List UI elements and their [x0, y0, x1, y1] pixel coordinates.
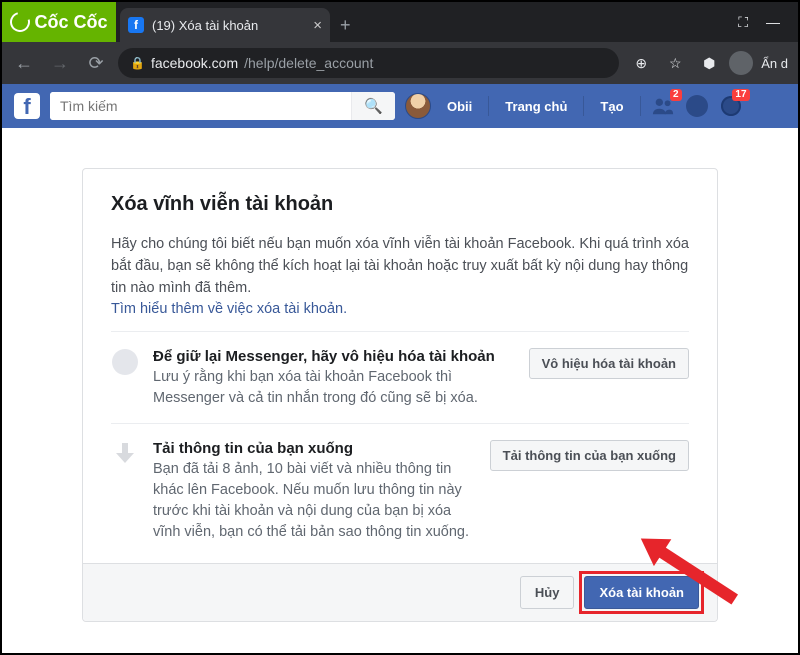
- nav-back-icon[interactable]: ←: [10, 49, 38, 77]
- download-arrow-icon: [111, 440, 139, 468]
- facebook-favicon-icon: f: [128, 17, 144, 33]
- notif-badge: 17: [732, 89, 749, 101]
- option-sub: Lưu ý rằng khi bạn xóa tài khoản Faceboo…: [153, 367, 483, 409]
- close-tab-icon[interactable]: ×: [313, 17, 322, 34]
- star-icon[interactable]: ☆: [661, 49, 689, 77]
- search-input[interactable]: [50, 92, 351, 120]
- option-title: Để giữ lại Messenger, hãy vô hiệu hóa tà…: [153, 348, 515, 365]
- hide-label[interactable]: Ẩn d: [761, 56, 788, 71]
- download-info-button[interactable]: Tải thông tin của bạn xuống: [490, 440, 689, 471]
- coccoc-brand-logo[interactable]: Cốc Cốc: [2, 2, 116, 42]
- option-deactivate: Để giữ lại Messenger, hãy vô hiệu hóa tà…: [111, 331, 689, 409]
- divider: [583, 96, 584, 116]
- zoom-icon[interactable]: ⊕: [627, 49, 655, 77]
- search-button[interactable]: 🔍: [351, 92, 395, 120]
- option-sub: Bạn đã tải 8 ảnh, 10 bài viết và nhiều t…: [153, 459, 476, 543]
- messenger-outline-icon: [111, 348, 139, 376]
- facebook-search: 🔍: [50, 92, 395, 120]
- confirm-highlight: Xóa tài khoản: [584, 576, 699, 609]
- delete-account-button[interactable]: Xóa tài khoản: [584, 576, 699, 609]
- nav-reload-icon[interactable]: ⟳: [82, 49, 110, 77]
- create-link[interactable]: Tạo: [594, 99, 629, 114]
- user-name-link[interactable]: Obii: [441, 99, 478, 114]
- coccoc-brand-text: Cốc Cốc: [34, 12, 107, 33]
- option-title: Tải thông tin của bạn xuống: [153, 440, 476, 457]
- lock-icon: 🔒: [130, 56, 145, 70]
- window-incognito-icon: ⛶: [738, 14, 748, 31]
- page-content: Xóa vĩnh viễn tài khoản Hãy cho chúng tô…: [2, 128, 798, 622]
- divider: [640, 96, 641, 116]
- url-domain: facebook.com: [151, 55, 238, 71]
- option-download: Tải thông tin của bạn xuống Bạn đã tải 8…: [111, 423, 689, 543]
- cancel-button[interactable]: Hủy: [520, 576, 575, 609]
- notifications-icon[interactable]: 17: [719, 94, 743, 118]
- messenger-icon[interactable]: [685, 94, 709, 118]
- new-tab-button[interactable]: +: [340, 15, 351, 42]
- coccoc-swirl-icon: [7, 8, 34, 35]
- search-icon: 🔍: [364, 97, 383, 115]
- incognito-avatar-icon[interactable]: [729, 51, 753, 75]
- friend-badge: 2: [670, 89, 682, 101]
- facebook-top-bar: f 🔍 Obii Trang chủ Tạo 2 17: [2, 84, 798, 128]
- delete-account-card: Xóa vĩnh viễn tài khoản Hãy cho chúng tô…: [82, 168, 718, 622]
- shield-icon[interactable]: ⬢: [695, 49, 723, 77]
- card-footer: Hủy Xóa tài khoản: [83, 563, 717, 621]
- card-title: Xóa vĩnh viễn tài khoản: [111, 193, 689, 216]
- browser-chrome: Cốc Cốc f (19) Xóa tài khoản × + ⛶ — ← →…: [2, 2, 798, 84]
- address-bar-row: ← → ⟳ 🔒 facebook.com/help/delete_account…: [2, 42, 798, 84]
- address-bar[interactable]: 🔒 facebook.com/help/delete_account: [118, 48, 619, 78]
- nav-forward-icon: →: [46, 49, 74, 77]
- url-path: /help/delete_account: [244, 55, 373, 71]
- window-controls: ⛶ —: [738, 2, 798, 42]
- tab-title: (19) Xóa tài khoản: [152, 18, 258, 33]
- card-description: Hãy cho chúng tôi biết nếu bạn muốn xóa …: [111, 234, 689, 299]
- toolbar-right-icons: ⊕ ☆ ⬢ Ẩn d: [627, 49, 790, 77]
- divider: [488, 96, 489, 116]
- browser-tab-active[interactable]: f (19) Xóa tài khoản ×: [120, 8, 330, 42]
- home-link[interactable]: Trang chủ: [499, 99, 573, 114]
- user-avatar[interactable]: [405, 93, 431, 119]
- window-minimize-icon[interactable]: —: [766, 14, 780, 30]
- deactivate-button[interactable]: Vô hiệu hóa tài khoản: [529, 348, 689, 379]
- friend-requests-icon[interactable]: 2: [651, 94, 675, 118]
- learn-more-link[interactable]: Tìm hiểu thêm về việc xóa tài khoản.: [111, 301, 689, 317]
- facebook-logo-icon[interactable]: f: [14, 93, 40, 119]
- tab-strip: Cốc Cốc f (19) Xóa tài khoản × + ⛶ —: [2, 2, 798, 42]
